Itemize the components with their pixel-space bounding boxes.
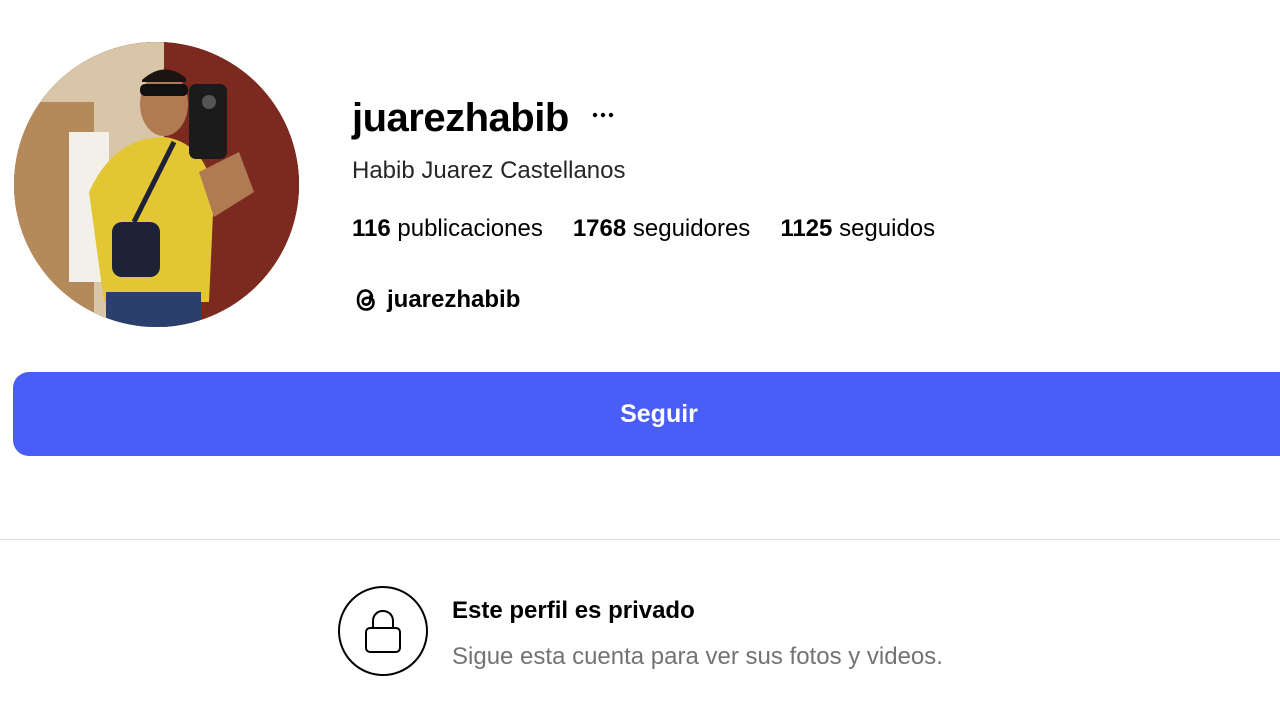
avatar-photo — [14, 42, 299, 327]
private-subtitle: Sigue esta cuenta para ver sus fotos y v… — [452, 643, 943, 670]
profile-stats: 116 publicaciones 1768 seguidores 1125 s… — [352, 213, 965, 245]
posts-stat[interactable]: 116 publicaciones — [352, 213, 543, 245]
threads-icon — [356, 289, 375, 311]
followers-label: seguidores — [632, 215, 751, 242]
username-row: juarezhabib — [352, 92, 617, 144]
threads-handle: juarezhabib — [387, 286, 521, 313]
following-stat[interactable]: 1125 seguidos — [780, 213, 935, 245]
follow-button[interactable] — [13, 372, 1280, 456]
username: juarezhabib — [352, 96, 569, 140]
profile-avatar[interactable] — [14, 42, 299, 327]
followers-stat[interactable]: 1768 seguidores — [573, 213, 750, 245]
more-horizontal-icon — [592, 112, 613, 118]
threads-link[interactable]: juarezhabib — [352, 283, 520, 317]
full-name: Habib Juarez Castellanos — [352, 157, 626, 184]
more-options-button[interactable] — [589, 101, 617, 129]
lock-badge — [338, 586, 428, 676]
following-label: seguidos — [839, 215, 936, 242]
followers-count: 1768 — [572, 215, 627, 242]
private-title: Este perfil es privado — [452, 597, 695, 624]
section-divider — [0, 539, 1280, 540]
profile-page: juarezhabib Habib Juarez Castellanos 116… — [0, 0, 1280, 720]
lock-icon — [365, 609, 401, 653]
posts-count: 116 — [352, 215, 391, 242]
posts-label: publicaciones — [397, 215, 543, 242]
following-count: 1125 — [780, 215, 833, 242]
